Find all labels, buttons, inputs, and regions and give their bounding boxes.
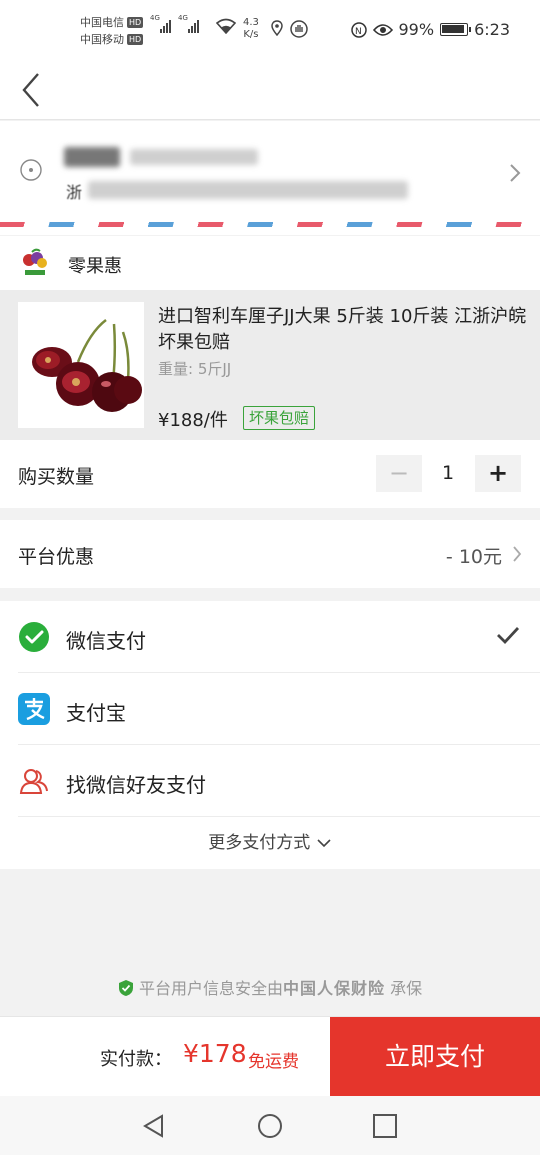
glove-icon: [290, 20, 308, 38]
payment-option-wechat[interactable]: 微信支付: [0, 601, 540, 673]
network-2-label: 4G: [178, 14, 188, 22]
eye-icon: [372, 23, 393, 36]
more-payment-methods-button[interactable]: 更多支付方式: [0, 817, 540, 869]
product-card: 进口智利车厘子JJ大果 5斤装 10斤装 江浙沪皖坏果包赔 重量: 5斤JJ ¥…: [0, 290, 540, 440]
chevron-left-icon: [22, 73, 39, 107]
network-speed: 4.3 K/s: [243, 17, 259, 41]
chevron-down-icon: [317, 839, 331, 848]
speed-value: 4.3: [243, 17, 259, 28]
chevron-right-icon: [513, 546, 522, 562]
decrease-quantity-button[interactable]: −: [376, 455, 422, 492]
signal-indicators: 4G 4G: [150, 14, 200, 33]
total-amount: ¥178: [183, 1039, 247, 1068]
airmail-border: [0, 222, 540, 227]
product-price: ¥188/件: [158, 410, 228, 431]
friends-icon: [19, 769, 48, 794]
alipay-icon: [18, 693, 50, 725]
system-navigation-bar: [0, 1096, 540, 1155]
nav-bar: [0, 60, 540, 120]
checkout-page: 中国电信 HD 中国移动 HD 4G 4G 4.3 K/s N 99% 6:23…: [0, 0, 540, 1155]
security-note: 平台用户信息安全由中国人保财险 承保: [0, 975, 540, 999]
hd-badge-1: HD: [127, 17, 144, 28]
system-recents-icon[interactable]: [371, 1112, 399, 1140]
address-prefix: 浙: [66, 183, 83, 202]
system-back-icon[interactable]: [140, 1112, 168, 1140]
checkmark-icon: [497, 627, 520, 645]
payment-label: 微信支付: [66, 629, 146, 653]
payment-option-alipay[interactable]: 支付宝: [0, 673, 540, 745]
network-1-label: 4G: [150, 14, 160, 22]
shop-header[interactable]: 零果惠: [0, 236, 540, 290]
recipient-phone-redacted: [130, 149, 258, 165]
shop-logo-icon: [23, 248, 47, 275]
svg-text:N: N: [355, 27, 362, 37]
product-spec: 重量: 5斤JJ: [158, 360, 232, 378]
quantity-label: 购买数量: [18, 466, 95, 488]
status-right: N 99% 6:23: [350, 20, 510, 39]
discount-label: 平台优惠: [18, 546, 95, 568]
back-button[interactable]: [14, 66, 54, 114]
status-bar: 中国电信 HD 中国移动 HD 4G 4G 4.3 K/s N 99% 6:23: [0, 0, 540, 60]
product-title: 进口智利车厘子JJ大果 5斤装 10斤装 江浙沪皖坏果包赔: [158, 306, 527, 353]
shield-icon: [118, 980, 133, 996]
carrier-1: 中国电信: [80, 16, 124, 29]
total-label: 实付款：: [100, 1049, 172, 1070]
security-prefix: 平台用户信息安全由: [138, 979, 283, 998]
increase-quantity-button[interactable]: +: [475, 455, 521, 492]
wifi-icon: [216, 18, 236, 34]
system-home-icon[interactable]: [256, 1112, 284, 1140]
guarantee-badge: 坏果包赔: [243, 406, 316, 430]
shipping-note: 免运费: [248, 1052, 299, 1072]
status-icons: [270, 20, 308, 38]
payment-methods: 微信支付 支付宝 找微信好友支付 更多支付方式: [0, 601, 540, 869]
recipient-name-redacted: [64, 147, 120, 167]
signal-2-icon: 4G: [178, 14, 200, 33]
insurer-name: 中国人保财险: [282, 979, 385, 998]
cherries-image: [18, 302, 144, 428]
platform-discount-row[interactable]: 平台优惠 - 10元: [0, 520, 540, 588]
clock: 6:23: [474, 20, 510, 39]
signal-1-icon: 4G: [150, 14, 172, 33]
shop-name: 零果惠: [68, 256, 122, 277]
address-line-redacted: [88, 181, 408, 199]
payment-option-friend[interactable]: 找微信好友支付: [0, 745, 540, 817]
hd-badge-2: HD: [127, 34, 144, 45]
discount-value: - 10元: [445, 546, 502, 568]
checkout-footer: 实付款： ¥178 免运费 立即支付: [0, 1016, 540, 1097]
quantity-row: 购买数量 − 1 +: [0, 440, 540, 508]
carrier-info: 中国电信 HD 中国移动 HD: [80, 14, 144, 48]
pay-now-button[interactable]: 立即支付: [330, 1017, 540, 1097]
location-icon: [271, 20, 283, 36]
location-pin-icon: [20, 159, 42, 181]
shipping-address[interactable]: 浙: [0, 121, 540, 235]
quantity-value[interactable]: 1: [430, 462, 466, 484]
carrier-2: 中国移动: [80, 33, 124, 46]
speed-unit: K/s: [243, 29, 259, 40]
more-payment-label: 更多支付方式: [208, 833, 311, 853]
security-suffix: 承保: [390, 979, 423, 998]
battery-percent: 99%: [398, 20, 435, 39]
battery-icon: [440, 23, 472, 36]
nfc-icon: N: [350, 21, 367, 38]
payment-label: 支付宝: [66, 701, 126, 725]
wechat-pay-icon: [19, 622, 49, 652]
payment-label: 找微信好友支付: [66, 773, 206, 797]
chevron-right-icon: [510, 164, 521, 182]
